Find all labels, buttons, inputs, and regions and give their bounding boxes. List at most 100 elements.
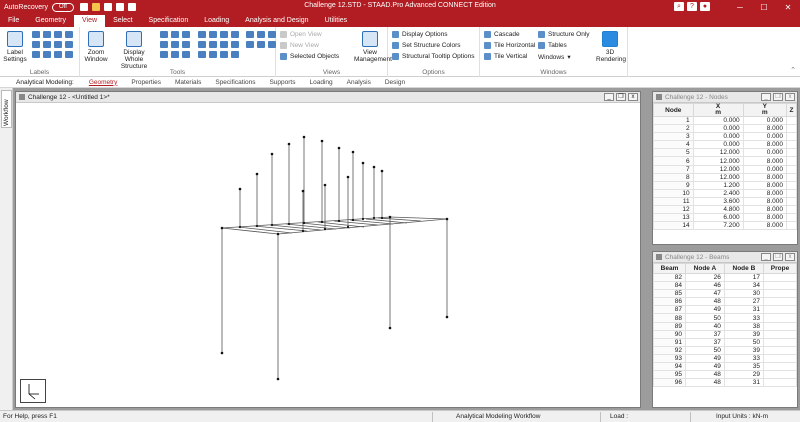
table-cell[interactable]: 40 xyxy=(685,321,725,331)
table-row[interactable]: 88 50 33 xyxy=(653,313,797,323)
structure-viewport[interactable] xyxy=(16,103,640,407)
material-label-icon[interactable] xyxy=(65,51,73,58)
table-cell[interactable]: 8.000 xyxy=(742,124,788,134)
new-file-icon[interactable] xyxy=(79,3,88,11)
table-cell[interactable]: 48 xyxy=(685,378,725,388)
cascade-button[interactable]: Cascade xyxy=(484,31,520,38)
table-cell[interactable] xyxy=(762,329,797,339)
subtab-design[interactable]: Design xyxy=(378,79,412,86)
table-row[interactable]: 92 50 39 xyxy=(653,345,797,355)
table-cell[interactable] xyxy=(762,313,797,323)
beam-label-icon[interactable] xyxy=(43,31,51,38)
beams-close-button[interactable]: x xyxy=(785,253,795,261)
table-cell[interactable]: 12.000 xyxy=(692,172,744,182)
left-view-icon[interactable] xyxy=(220,31,228,38)
undo-icon[interactable] xyxy=(115,3,124,11)
redo-icon[interactable] xyxy=(127,3,136,11)
rotate-left-icon[interactable] xyxy=(246,41,254,48)
beams-col-node-b[interactable]: Node B xyxy=(723,263,764,274)
table-cell[interactable] xyxy=(786,140,797,150)
new-view-button[interactable]: New View xyxy=(280,42,319,49)
table-cell[interactable] xyxy=(762,362,797,372)
table-row[interactable]: 10 2.400 8.000 xyxy=(653,188,797,198)
subtab-supports[interactable]: Supports xyxy=(262,79,302,86)
table-cell[interactable]: 86 xyxy=(653,297,687,307)
right-view-icon[interactable] xyxy=(231,31,239,38)
table-row[interactable]: 94 49 35 xyxy=(653,362,797,372)
top-view-icon[interactable] xyxy=(198,41,206,48)
table-row[interactable]: 91 37 50 xyxy=(653,337,797,347)
nodes-table-window[interactable]: Challenge 12 - Nodes _ ❐ x Node X m Y m … xyxy=(652,91,798,245)
nodes-col-z[interactable]: Z xyxy=(786,103,797,117)
tab-loading[interactable]: Loading xyxy=(196,15,237,27)
table-cell[interactable]: 3.600 xyxy=(692,196,744,207)
table-cell[interactable]: 8.000 xyxy=(742,205,788,215)
tab-utilities[interactable]: Utilities xyxy=(317,15,356,27)
table-cell[interactable] xyxy=(762,370,797,380)
table-cell[interactable] xyxy=(786,172,797,182)
spec-label-icon[interactable] xyxy=(54,51,62,58)
collapse-ribbon-icon[interactable]: ⌃ xyxy=(790,66,796,74)
table-cell[interactable]: 8.000 xyxy=(742,172,788,182)
zoom-window-button[interactable]: Zoom Window xyxy=(83,31,109,63)
table-row[interactable]: 9 1.200 8.000 xyxy=(653,180,797,190)
table-cell[interactable]: 14 xyxy=(653,221,694,231)
node-label-icon[interactable] xyxy=(32,31,40,38)
table-row[interactable]: 8 12.000 8.000 xyxy=(653,172,797,182)
table-cell[interactable]: 35 xyxy=(723,362,764,372)
rotate-free-icon[interactable] xyxy=(268,41,276,48)
table-row[interactable]: 3 0.000 0.000 xyxy=(653,132,797,142)
subtab-geometry[interactable]: Geometry xyxy=(82,79,125,86)
rotate-down-icon[interactable] xyxy=(257,31,265,38)
table-row[interactable]: 90 37 39 xyxy=(653,329,797,339)
table-cell[interactable]: 12.000 xyxy=(692,164,744,174)
table-cell[interactable]: 13 xyxy=(653,213,694,223)
axis-label-icon[interactable] xyxy=(32,41,40,48)
bottom-view-icon[interactable] xyxy=(209,41,217,48)
workflow-tab[interactable]: Workflow xyxy=(1,90,12,128)
rotate-x-icon[interactable] xyxy=(231,41,239,48)
zoom-out-icon[interactable] xyxy=(171,31,179,38)
table-cell[interactable]: 1 xyxy=(653,115,694,126)
table-cell[interactable] xyxy=(786,213,797,223)
open-folder-icon[interactable] xyxy=(91,3,100,11)
table-cell[interactable] xyxy=(762,272,797,283)
table-cell[interactable]: 49 xyxy=(685,362,725,372)
display-whole-structure-button[interactable]: Display Whole Structure xyxy=(114,31,154,70)
table-row[interactable]: 82 26 17 xyxy=(653,272,797,283)
user-icon[interactable]: ● xyxy=(700,2,710,11)
zoom-fit-icon[interactable] xyxy=(160,41,168,48)
3d-rendering-button[interactable]: 3D Rendering xyxy=(596,31,626,63)
table-cell[interactable] xyxy=(762,353,797,364)
table-cell[interactable]: 93 xyxy=(653,353,687,364)
magnify-icon[interactable] xyxy=(182,51,190,58)
table-cell[interactable]: 0.000 xyxy=(692,115,744,126)
rotate-y-icon[interactable] xyxy=(198,51,206,58)
zoom-prev-icon[interactable] xyxy=(182,31,190,38)
subtab-materials[interactable]: Materials xyxy=(168,79,208,86)
table-cell[interactable]: 33 xyxy=(723,353,764,364)
table-cell[interactable]: 85 xyxy=(653,289,687,299)
table-cell[interactable]: 9 xyxy=(653,180,694,190)
table-cell[interactable]: 37 xyxy=(685,329,725,339)
tab-analysis-design[interactable]: Analysis and Design xyxy=(237,15,316,27)
table-row[interactable]: 5 12.000 0.000 xyxy=(653,148,797,158)
solid-label-icon[interactable] xyxy=(65,31,73,38)
subtab-properties[interactable]: Properties xyxy=(124,79,168,86)
table-row[interactable]: 95 48 29 xyxy=(653,370,797,380)
open-view-button[interactable]: Open View xyxy=(280,31,322,38)
table-cell[interactable] xyxy=(786,180,797,190)
table-cell[interactable]: 33 xyxy=(723,313,764,323)
selected-objects-button[interactable]: Selected Objects xyxy=(280,53,339,60)
tab-specification[interactable]: Specification xyxy=(141,15,197,27)
table-cell[interactable]: 8.000 xyxy=(742,140,788,150)
table-cell[interactable]: 4.800 xyxy=(692,205,744,215)
table-cell[interactable]: 12.000 xyxy=(692,148,744,158)
rotate-z-icon[interactable] xyxy=(209,51,217,58)
table-row[interactable]: 11 3.600 8.000 xyxy=(653,196,797,207)
structure-view-window[interactable]: Challenge 12 - <Untitled 1>* _ ❐ x xyxy=(15,91,641,408)
table-cell[interactable]: 0.000 xyxy=(742,115,788,126)
table-cell[interactable]: 29 xyxy=(723,370,764,380)
table-cell[interactable] xyxy=(786,132,797,142)
table-cell[interactable]: 48 xyxy=(685,297,725,307)
